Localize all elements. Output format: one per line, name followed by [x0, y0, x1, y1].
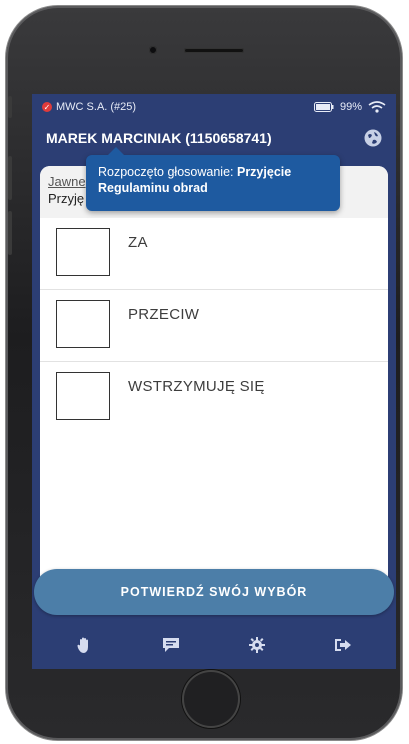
wifi-icon — [368, 101, 386, 113]
check-badge-icon: ✓ — [42, 102, 52, 112]
volume-up-button — [8, 156, 12, 200]
gear-icon[interactable] — [245, 633, 269, 657]
volume-down-button — [8, 211, 12, 255]
checkbox-za[interactable] — [56, 228, 110, 276]
bottom-nav — [32, 621, 396, 669]
vote-started-toast: Rozpoczęto głosowanie: Przyjęcie Regulam… — [86, 147, 340, 211]
battery-percent: 99% — [339, 101, 362, 113]
hand-icon[interactable] — [73, 633, 97, 657]
home-button[interactable] — [182, 670, 240, 728]
user-name: MAREK MARCINIAK (1150658741) — [46, 130, 272, 146]
logout-icon[interactable] — [331, 633, 355, 657]
app-screen: ✓ MWC S.A. (#25) 99% MAREK MARCINIAK (11… — [32, 94, 396, 669]
voting-panel: Jawne Przyję ZA PRZECIW WSTRZYMUJĘ SIĘ — [40, 166, 388, 586]
chat-icon[interactable] — [159, 633, 183, 657]
option-label-wstrzymuje: WSTRZYMUJĘ SIĘ — [128, 378, 265, 395]
mute-switch — [8, 96, 12, 118]
toast-emphasis-1: Przyjęcie — [236, 165, 292, 179]
battery-icon — [313, 102, 334, 112]
checkbox-wstrzymuje[interactable] — [56, 372, 110, 420]
app-header: MAREK MARCINIAK (1150658741) — [32, 120, 396, 156]
confirm-choice-button[interactable]: POTWIERDŹ SWÓJ WYBÓR — [34, 569, 394, 615]
toast-prefix: Rozpoczęto głosowanie: — [98, 165, 237, 179]
phone-frame: ✓ MWC S.A. (#25) 99% MAREK MARCINIAK (11… — [6, 6, 402, 740]
option-przeciw[interactable]: PRZECIW — [40, 290, 388, 362]
earpiece-speaker — [184, 48, 244, 53]
front-camera — [149, 46, 157, 54]
option-wstrzymuje[interactable]: WSTRZYMUJĘ SIĘ — [40, 362, 388, 434]
checkbox-przeciw[interactable] — [56, 300, 110, 348]
status-bar: ✓ MWC S.A. (#25) 99% — [32, 94, 396, 120]
option-label-za: ZA — [128, 234, 148, 251]
option-label-przeciw: PRZECIW — [128, 306, 200, 323]
globe-icon[interactable] — [364, 129, 382, 147]
status-left: ✓ MWC S.A. (#25) — [42, 101, 136, 113]
option-za[interactable]: ZA — [40, 218, 388, 290]
status-org: MWC S.A. (#25) — [56, 101, 137, 113]
toast-emphasis-2: Regulaminu obrad — [98, 181, 208, 195]
status-right: 99% — [313, 101, 386, 113]
